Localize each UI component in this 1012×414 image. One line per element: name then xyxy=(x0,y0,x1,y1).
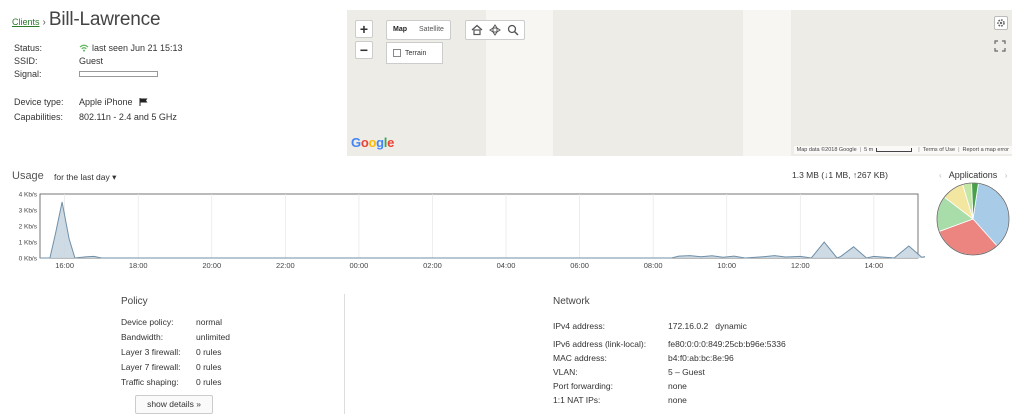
terrain-checkbox[interactable] xyxy=(393,49,401,57)
terrain-toggle[interactable]: Terrain xyxy=(386,42,443,64)
map-tools xyxy=(465,20,525,40)
location-map[interactable]: + − Map Satellite Terrain Google Map dat… xyxy=(347,10,1012,156)
signal-value-wrap xyxy=(79,71,158,77)
policy-title: Policy xyxy=(121,296,148,307)
ipv4-label: IPv4 address: xyxy=(553,321,605,331)
panel-divider xyxy=(344,294,345,414)
signal-label: Signal: xyxy=(14,69,42,79)
usage-chart: 16:00 18:00 20:00 22:00 00:00 02:00 04:00 06:00… xyxy=(19,192,925,270)
ssid-label: SSID: xyxy=(14,56,38,66)
applications-next-button[interactable]: › xyxy=(1005,171,1008,180)
x-tick-label: 08:00 xyxy=(644,261,663,270)
map-scale-bar xyxy=(876,148,913,152)
ipv4-value: 172.16.0.2 dynamic xyxy=(668,321,747,331)
capabilities-label: Capabilities: xyxy=(14,112,64,122)
breadcrumb-separator: › xyxy=(42,17,46,28)
ipv6-value: fe80:0:0:0:849:25cb:b96e:5336 xyxy=(668,339,786,349)
layer7-firewall-label: Layer 7 firewall: xyxy=(121,362,181,372)
nat-ips-label: 1:1 NAT IPs: xyxy=(553,395,601,405)
x-tick-label: 16:00 xyxy=(55,261,74,270)
x-tick-label: 02:00 xyxy=(423,261,442,270)
client-name-title: Bill-Lawrence xyxy=(48,9,161,30)
applications-nav: ‹ Applications › xyxy=(934,170,1012,180)
wifi-icon xyxy=(79,44,89,52)
map-type-map-button[interactable]: Map xyxy=(387,21,413,39)
device-policy-label: Device policy: xyxy=(121,317,174,327)
terms-link[interactable]: Terms of Use xyxy=(923,147,955,153)
x-tick-label: 18:00 xyxy=(129,261,148,270)
map-data-credit: Map data ©2018 Google xyxy=(796,147,857,153)
layer3-firewall-value: 0 rules xyxy=(196,347,222,357)
y-tick-label: 3 Kb/s xyxy=(19,208,38,215)
mac-address-label: MAC address: xyxy=(553,353,607,363)
map-type-control: Map Satellite xyxy=(386,20,451,40)
x-tick-label: 22:00 xyxy=(276,261,295,270)
device-policy-value: normal xyxy=(196,317,222,327)
device-type-value: Apple iPhone xyxy=(79,97,133,107)
port-forwarding-label: Port forwarding: xyxy=(553,381,613,391)
status-label: Status: xyxy=(14,43,43,53)
fullscreen-icon[interactable] xyxy=(994,40,1006,52)
device-type-value-wrap: Apple iPhone xyxy=(79,97,148,107)
y-tick-label: 1 Kb/s xyxy=(19,240,38,247)
map-road xyxy=(743,10,791,156)
status-value: last seen Jun 21 15:13 xyxy=(92,43,183,53)
ipv6-label: IPv6 address (link-local): xyxy=(553,339,647,349)
flag-icon[interactable] xyxy=(139,98,148,106)
applications-pie-chart xyxy=(936,182,1010,256)
chart-plot-area xyxy=(39,193,919,259)
mac-address-value: b4:f0:ab:bc:8e:96 xyxy=(668,353,734,363)
x-tick-label: 14:00 xyxy=(864,261,883,270)
status-value-wrap: last seen Jun 21 15:13 xyxy=(79,43,183,53)
zoom-out-button[interactable]: − xyxy=(355,41,373,59)
x-tick-label: 00:00 xyxy=(350,261,369,270)
x-tick-label: 20:00 xyxy=(202,261,221,270)
terrain-label: Terrain xyxy=(405,49,427,57)
gear-icon[interactable] xyxy=(994,16,1008,30)
bandwidth-label: Bandwidth: xyxy=(121,332,164,342)
x-tick-label: 04:00 xyxy=(497,261,516,270)
x-tick-label: 10:00 xyxy=(717,261,736,270)
x-tick-label: 06:00 xyxy=(570,261,589,270)
zoom-in-button[interactable]: + xyxy=(355,20,373,38)
nat-ips-value: none xyxy=(668,395,687,405)
page-title-row: Clients › Bill-Lawrence xyxy=(12,9,161,31)
y-tick-label: 2 Kb/s xyxy=(19,224,38,231)
map-scale-label: 5 m xyxy=(864,147,874,153)
applications-prev-button[interactable]: ‹ xyxy=(939,171,942,180)
vlan-label: VLAN: xyxy=(553,367,578,377)
report-map-error-link[interactable]: Report a map error xyxy=(963,147,1009,153)
network-title: Network xyxy=(553,296,590,307)
signal-strength-bar xyxy=(79,71,158,77)
map-attribution: Map data ©2018 Google | 5 m | Terms of U… xyxy=(793,146,1012,154)
usage-total: 1.3 MB (↓1 MB, ↑267 KB) xyxy=(792,170,888,180)
y-tick-label: 0 Kb/s xyxy=(19,256,38,263)
layer7-firewall-value: 0 rules xyxy=(196,362,222,372)
ssid-value: Guest xyxy=(79,56,104,66)
port-forwarding-value: none xyxy=(668,381,687,391)
breadcrumb-clients-link[interactable]: Clients xyxy=(12,17,40,27)
layer3-firewall-label: Layer 3 firewall: xyxy=(121,347,181,357)
home-icon[interactable] xyxy=(471,24,483,36)
usage-range-dropdown[interactable]: for the last day ▾ xyxy=(54,172,116,183)
search-icon[interactable] xyxy=(507,24,519,36)
y-tick-label: 4 Kb/s xyxy=(19,192,38,199)
x-tick-label: 12:00 xyxy=(791,261,810,270)
applications-label: Applications xyxy=(948,170,998,180)
vlan-value: 5 – Guest xyxy=(668,367,705,377)
show-details-button[interactable]: show details » xyxy=(135,395,213,414)
traffic-shaping-label: Traffic shaping: xyxy=(121,377,179,387)
crosshair-icon[interactable] xyxy=(489,24,501,36)
usage-title: Usage xyxy=(12,170,44,182)
traffic-shaping-value: 0 rules xyxy=(196,377,222,387)
bandwidth-value: unlimited xyxy=(196,332,231,342)
device-type-label: Device type: xyxy=(14,97,64,107)
map-type-satellite-button[interactable]: Satellite xyxy=(413,21,450,39)
capabilities-value: 802.11n - 2.4 and 5 GHz xyxy=(79,112,177,122)
google-logo: Google xyxy=(351,135,395,150)
